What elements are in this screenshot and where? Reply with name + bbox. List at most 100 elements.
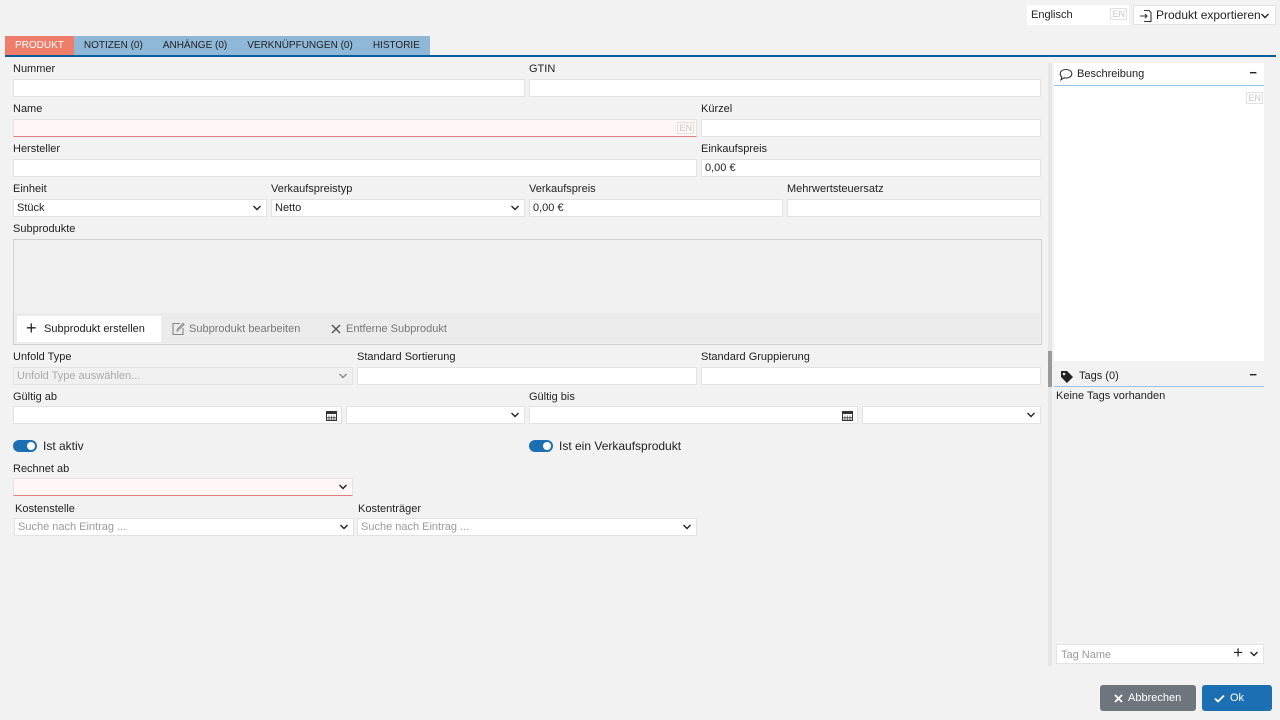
chevron-down-icon: [1026, 410, 1036, 420]
standard-sortierung-input[interactable]: [357, 367, 697, 385]
verkaufspreis-input[interactable]: 0,00 €: [529, 199, 783, 217]
einheit-select[interactable]: Stück: [13, 199, 267, 217]
splitter-handle[interactable]: [1048, 351, 1052, 387]
nummer-label: Nummer: [13, 63, 56, 75]
panel-splitter[interactable]: [1048, 63, 1052, 666]
tags-title: Tags (0): [1079, 370, 1119, 382]
unfold-type-label: Unfold Type: [13, 351, 72, 363]
gtin-input[interactable]: [529, 79, 1041, 97]
kostenstelle-select[interactable]: Suche nach Eintrag ...: [14, 518, 354, 536]
remove-subproduct-button[interactable]: Entferne Subprodukt: [322, 316, 458, 342]
chevron-down-icon: [339, 522, 349, 532]
chevron-down-icon: [510, 410, 520, 420]
tab-produkt[interactable]: PRODUKT: [5, 36, 74, 55]
einheit-label: Einheit: [13, 183, 47, 195]
name-input[interactable]: EN: [13, 119, 697, 137]
ist-aktiv-label: Ist aktiv: [43, 439, 84, 453]
nummer-input[interactable]: [13, 79, 525, 97]
beschreibung-title: Beschreibung: [1077, 68, 1145, 80]
kostentraeger-label: Kostenträger: [358, 503, 421, 515]
ist-verkaufsprodukt-toggle[interactable]: [529, 440, 553, 452]
verkaufspreistyp-select[interactable]: Netto: [271, 199, 525, 217]
cancel-button[interactable]: Abbrechen: [1100, 685, 1196, 711]
einkaufspreis-label: Einkaufspreis: [701, 143, 768, 155]
language-value: Englisch: [1031, 9, 1073, 21]
tab-historie[interactable]: HISTORIE: [362, 36, 430, 55]
beschreibung-header: Beschreibung −: [1054, 63, 1264, 86]
kuerzel-label: Kürzel: [701, 103, 733, 115]
check-icon: [1214, 694, 1225, 703]
verkaufspreis-label: Verkaufspreis: [529, 183, 596, 195]
gueltig-bis-time-select[interactable]: [862, 406, 1041, 424]
name-label: Name: [13, 103, 43, 115]
ok-label: Ok: [1230, 692, 1245, 704]
mwst-label: Mehrwertsteuersatz: [787, 183, 884, 195]
language-tag: EN: [1110, 8, 1127, 20]
ok-button[interactable]: Ok: [1202, 685, 1272, 711]
ist-verkaufsprodukt-label: Ist ein Verkaufsprodukt: [559, 439, 682, 453]
verkaufspreistyp-label: Verkaufspreistyp: [271, 183, 353, 195]
name-language-tag: EN: [677, 122, 694, 134]
language-select[interactable]: Englisch EN: [1027, 5, 1129, 25]
chevron-down-icon: [338, 371, 348, 381]
create-subproduct-label: Subprodukt erstellen: [44, 323, 145, 335]
ist-aktiv-toggle[interactable]: [13, 440, 37, 452]
calendar-icon[interactable]: [326, 410, 337, 421]
tags-header: Tags (0) −: [1054, 365, 1264, 387]
mwst-input[interactable]: [787, 199, 1041, 217]
chevron-down-icon: [1260, 11, 1270, 21]
comment-icon: [1059, 68, 1073, 81]
tab-bar: PRODUKT NOTIZEN (0) ANHÄNGE (0) VERKNÜPF…: [5, 36, 430, 55]
collapse-icon[interactable]: −: [1249, 65, 1257, 80]
beschreibung-editor[interactable]: EN: [1054, 87, 1264, 361]
add-tag-icon[interactable]: +: [1233, 643, 1243, 663]
collapse-icon[interactable]: −: [1249, 367, 1257, 382]
create-subproduct-button[interactable]: + Subprodukt erstellen: [17, 316, 161, 342]
hersteller-input[interactable]: [13, 159, 697, 177]
kuerzel-input[interactable]: [701, 119, 1041, 137]
chevron-down-icon: [252, 203, 262, 213]
remove-subproduct-label: Entferne Subprodukt: [346, 323, 447, 335]
export-icon: [1140, 9, 1152, 23]
export-product-button[interactable]: Produkt exportieren: [1133, 5, 1276, 25]
kostentraeger-select[interactable]: Suche nach Eintrag ...: [357, 518, 697, 536]
hersteller-label: Hersteller: [13, 143, 61, 155]
kostenstelle-label: Kostenstelle: [15, 503, 75, 515]
tag-name-input[interactable]: Tag Name +: [1056, 643, 1264, 664]
tags-empty-text: Keine Tags vorhanden: [1056, 390, 1166, 402]
kostentraeger-placeholder: Suche nach Eintrag ...: [361, 521, 470, 533]
einkaufspreis-input[interactable]: 0,00 €: [701, 159, 1041, 177]
edit-subproduct-label: Subprodukt bearbeiten: [189, 323, 301, 335]
standard-sortierung-label: Standard Sortierung: [357, 351, 456, 363]
rechnet-ab-select[interactable]: [13, 478, 353, 496]
standard-gruppierung-input[interactable]: [701, 367, 1041, 385]
kostenstelle-placeholder: Suche nach Eintrag ...: [18, 521, 127, 533]
edit-icon: [172, 322, 185, 336]
tab-notizen[interactable]: NOTIZEN (0): [73, 36, 153, 55]
gueltig-ab-time-select[interactable]: [346, 406, 525, 424]
gueltig-bis-label: Gültig bis: [529, 391, 575, 403]
gueltig-ab-date-input[interactable]: [13, 406, 342, 424]
chevron-down-icon: [338, 482, 348, 492]
gtin-label: GTIN: [529, 63, 556, 75]
beschreibung-panel: Beschreibung − EN: [1054, 63, 1264, 361]
close-icon: [331, 324, 341, 334]
beschreibung-language-tag: EN: [1246, 92, 1263, 104]
rechnet-ab-label: Rechnet ab: [13, 463, 70, 475]
gueltig-ab-label: Gültig ab: [13, 391, 58, 403]
tab-divider: [5, 55, 1276, 57]
gueltig-bis-date-input[interactable]: [529, 406, 858, 424]
chevron-down-icon[interactable]: [1249, 649, 1259, 659]
tags-panel: Tags (0) − Keine Tags vorhanden Tag Name…: [1054, 365, 1264, 666]
edit-subproduct-button[interactable]: Subprodukt bearbeiten: [164, 316, 314, 342]
calendar-icon[interactable]: [842, 410, 853, 421]
unfold-type-select[interactable]: Unfold Type auswählen...: [13, 367, 353, 385]
tag-icon: [1061, 371, 1073, 383]
close-icon: [1114, 694, 1123, 703]
verkaufspreistyp-value: Netto: [275, 202, 302, 214]
cancel-label: Abbrechen: [1128, 692, 1182, 704]
tab-anhaenge[interactable]: ANHÄNGE (0): [152, 36, 238, 55]
tag-name-placeholder: Tag Name: [1061, 649, 1112, 661]
tab-verknuepfungen[interactable]: VERKNÜPFUNGEN (0): [237, 36, 363, 55]
chevron-down-icon: [510, 203, 520, 213]
